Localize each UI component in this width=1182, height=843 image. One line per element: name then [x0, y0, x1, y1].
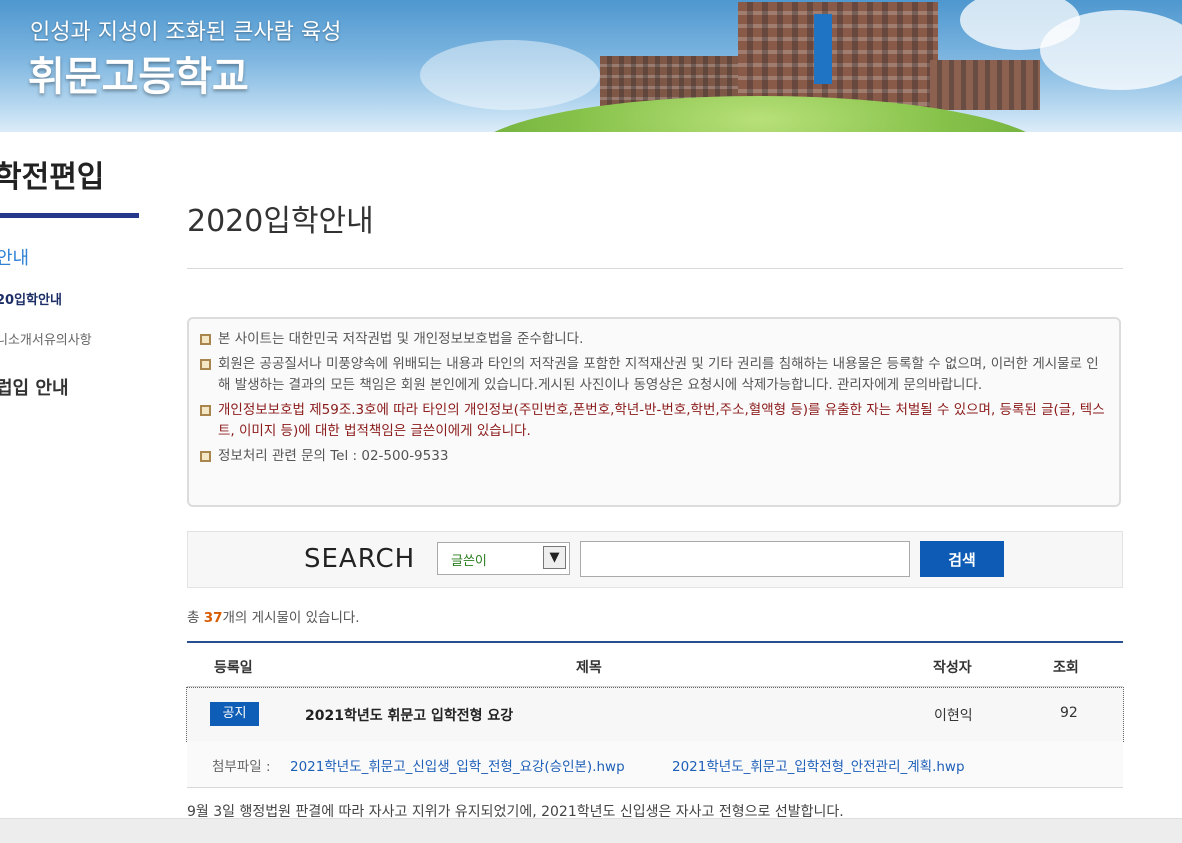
column-header-date: 등록일	[214, 660, 253, 676]
school-building-image	[930, 60, 1040, 110]
notice-item: 정보처리 관련 문의 Tel : 02-500-9533	[199, 446, 1107, 467]
notice-box: 본 사이트는 대한민국 저작권법 및 개인정보보호법을 준수합니다. 회원은 공…	[187, 317, 1121, 507]
notice-text: 개인정보보호법 제59조.3호에 따라 타인의 개인정보(주민번호,폰번호,학년…	[218, 402, 1105, 439]
notice-badge: 공지	[210, 702, 259, 726]
column-header-author: 작성자	[933, 660, 972, 676]
sidebar-item-transfer-guide[interactable]: 럽입 안내	[0, 374, 69, 400]
table-top-border	[187, 641, 1123, 643]
chevron-down-icon[interactable]: ▼	[543, 546, 566, 569]
school-slogan: 인성과 지성이 조화된 큰사람 육성	[30, 20, 342, 45]
notice-item-warning: 개인정보보호법 제59조.3호에 따라 타인의 개인정보(주민번호,폰번호,학년…	[199, 400, 1107, 442]
search-label: SEARCH	[304, 544, 416, 574]
post-views: 92	[1060, 705, 1078, 721]
divider	[187, 268, 1123, 269]
post-author: 이현익	[934, 708, 973, 724]
notice-item: 회원은 공공질서나 미풍양속에 위배되는 내용과 타인의 저작권을 포함한 지적…	[199, 354, 1107, 396]
search-bar: SEARCH 글쓴이 ▼ 검색	[187, 531, 1123, 588]
square-bullet-icon	[200, 334, 211, 345]
search-field-select-value: 글쓴이	[451, 554, 487, 569]
column-header-views: 조회	[1053, 660, 1079, 676]
page-title: 2020입학안내	[187, 204, 374, 239]
post-title-link[interactable]: 2021학년도 휘문고 입학전형 요강	[305, 705, 513, 725]
attachment-link[interactable]: 2021학년도_휘문고_입학전형_안전관리_계획.hwp	[672, 755, 965, 775]
cloud-decoration	[420, 40, 600, 110]
notice-item: 본 사이트는 대한민국 저작권법 및 개인정보보호법을 준수합니다.	[199, 329, 1107, 350]
header-banner: 인성과 지성이 조화된 큰사람 육성 휘문고등학교	[0, 0, 1182, 132]
square-bullet-icon	[200, 405, 211, 416]
table-row[interactable]: 공지 2021학년도 휘문고 입학전형 요강 이현익 92	[186, 687, 1124, 742]
square-bullet-icon	[200, 451, 211, 462]
school-logo-text[interactable]: 휘문고등학교	[28, 44, 249, 102]
column-header-title: 제목	[576, 660, 602, 676]
sidebar-item-admission-guide[interactable]: 20입학안내	[0, 289, 62, 308]
post-count: 총 37개의 게시물이 있습니다.	[187, 606, 360, 626]
notice-text: 정보처리 관련 문의 Tel : 02-500-9533	[218, 448, 449, 464]
browser-bottom-bar	[0, 818, 1182, 843]
sidebar-item-essay-notes[interactable]: 니소개서유의사항	[0, 329, 92, 348]
square-bullet-icon	[200, 359, 211, 370]
building-sign	[814, 14, 832, 84]
attachment-label: 첨부파일 :	[212, 759, 271, 775]
attachment-row: 첨부파일 : 2021학년도_휘문고_신입생_입학_전형_요강(승인본).hwp…	[187, 741, 1123, 788]
post-count-number: 37	[203, 610, 223, 626]
sidebar-item-guide[interactable]: 안내	[0, 244, 29, 270]
post-count-suffix: 개의 게시물이 있습니다.	[222, 610, 360, 626]
attachment-link[interactable]: 2021학년도_휘문고_신입생_입학_전형_요강(승인본).hwp	[290, 755, 625, 775]
post-count-prefix: 총	[187, 610, 204, 626]
search-button[interactable]: 검색	[920, 541, 1004, 577]
cloud-decoration	[1040, 10, 1182, 90]
search-field-select[interactable]: 글쓴이 ▼	[437, 542, 570, 575]
notice-text: 본 사이트는 대한민국 저작권법 및 개인정보보호법을 준수합니다.	[218, 331, 584, 347]
notice-text: 회원은 공공질서나 미풍양속에 위배되는 내용과 타인의 저작권을 포함한 지적…	[218, 356, 1099, 393]
sidebar-title: 학전편입	[0, 160, 105, 195]
sidebar-title-underline	[0, 213, 139, 218]
search-input[interactable]	[580, 541, 910, 577]
